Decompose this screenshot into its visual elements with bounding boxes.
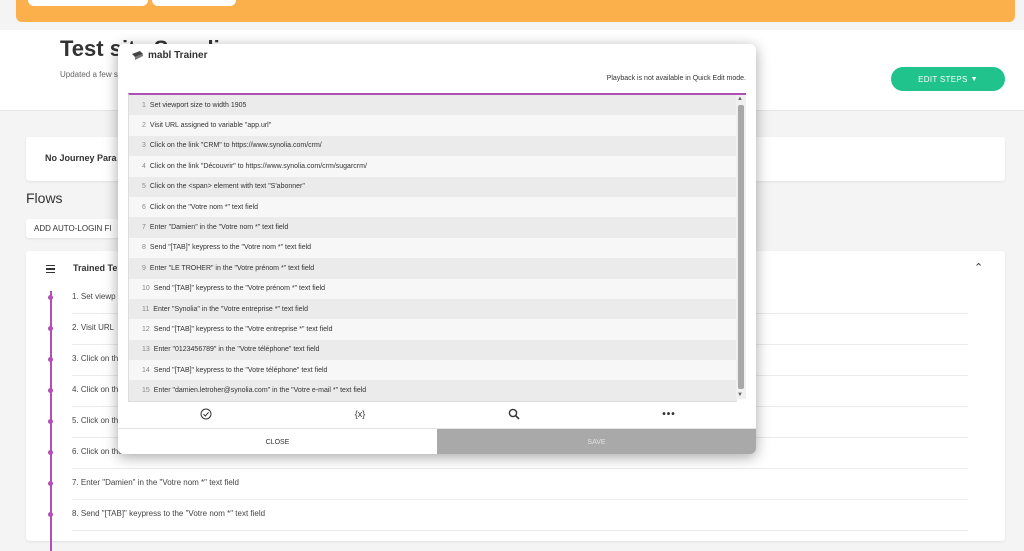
step-text: Click on the <span> element with text "S… (149, 183, 305, 191)
flow-step[interactable]: 8. Send "[TAB]" keypress to the "Votre n… (48, 499, 968, 531)
step-number: 14 (142, 366, 150, 374)
step-row[interactable]: 7 Enter "Damien" in the "Votre nom *" tex… (129, 217, 737, 238)
steps-list: 1 Set viewport size to width 1905 2 Visit … (128, 93, 737, 402)
step-number: 7 (142, 224, 146, 232)
step-text: Send "[TAB]" keypress to the "Votre télé… (153, 366, 328, 374)
trainer-toolbar: {x} ••• (118, 402, 756, 428)
flow-step-text: 7. Enter "Damien" in the "Votre nom *" t… (72, 478, 239, 487)
step-number: 13 (142, 346, 150, 354)
steps-scrollbar[interactable]: ▲ ▼ (736, 93, 746, 399)
mabl-trainer-modal: mabl Trainer Playback is not available i… (118, 44, 756, 454)
step-text: Send "[TAB]" keypress to the "Votre prén… (153, 285, 326, 293)
step-row[interactable]: 14 Send "[TAB]" keypress to the "Votre té… (129, 360, 737, 381)
step-number: 15 (142, 387, 150, 395)
caret-down-icon: ▼ (970, 75, 978, 83)
banner-tab[interactable] (152, 0, 236, 6)
scroll-thumb[interactable] (738, 105, 744, 389)
page-subtitle: Updated a few s (60, 70, 118, 79)
step-text: Enter "damien.letroher@synolia.com" in t… (153, 387, 367, 395)
step-number: 4 (142, 162, 146, 170)
step-number: 1 (142, 101, 146, 109)
step-row[interactable]: 9 Enter "LE TROHER" in the "Votre prénom … (129, 258, 737, 279)
step-row[interactable]: 4 Click on the link "Découvrir" to https:… (129, 156, 737, 177)
step-dot (48, 295, 53, 300)
step-dot (48, 388, 53, 393)
flow-step-text: 4. Click on th (72, 385, 119, 394)
step-text: Click on the link "Découvrir" to https:/… (149, 162, 367, 170)
step-dot (48, 512, 53, 517)
flow-step-text: 3. Click on th (72, 354, 119, 363)
flow-step-text: 1. Set viewp (72, 292, 116, 301)
scroll-up-icon[interactable]: ▲ (737, 96, 743, 102)
step-text: Enter "Damien" in the "Votre nom *" text… (149, 224, 289, 232)
step-row[interactable]: 6 Click on the "Votre nom *" text field (129, 196, 737, 218)
flow-step-text: 8. Send "[TAB]" keypress to the "Votre n… (72, 509, 266, 518)
menu-icon[interactable] (46, 265, 55, 275)
step-number: 9 (142, 264, 146, 272)
step-row[interactable]: 13 Enter "0123456789" in the "Votre télép… (129, 339, 737, 361)
journey-label: No Journey Para (45, 153, 117, 163)
step-number: 8 (142, 244, 146, 252)
step-number: 3 (142, 142, 146, 150)
step-text: Click on the "Votre nom *" text field (149, 203, 258, 211)
step-row[interactable]: 8 Send "[TAB]" keypress to the "Votre nom… (129, 237, 737, 259)
step-dot (48, 419, 53, 424)
chevron-up-icon[interactable]: ⌃ (974, 261, 983, 274)
scroll-down-icon[interactable]: ▼ (737, 392, 743, 398)
edit-steps-button[interactable]: EDIT STEPS ▼ (891, 67, 1005, 91)
step-text: Set viewport size to width 1905 (149, 101, 247, 109)
step-text: Click on the link "CRM" to https://www.s… (149, 142, 322, 150)
step-text: Enter "LE TROHER" in the "Votre prénom *… (149, 264, 315, 272)
step-number: 11 (142, 305, 150, 313)
step-number: 2 (142, 122, 146, 130)
banner-tab[interactable] (28, 0, 148, 6)
step-text: Enter "Synolia" in the "Votre entreprise… (153, 305, 308, 313)
step-row[interactable]: 15 Enter "damien.letroher@synolia.com" in… (129, 380, 737, 401)
step-row[interactable]: 11 Enter "Synolia" in the "Votre entrepri… (129, 298, 737, 320)
search-icon[interactable] (504, 406, 524, 422)
step-row[interactable]: 5 Click on the <span> element with text "… (129, 176, 737, 197)
step-number: 12 (142, 325, 150, 333)
step-dot (48, 326, 53, 331)
step-dot (48, 357, 53, 362)
step-number: 6 (142, 203, 146, 211)
step-dot (48, 481, 53, 486)
playback-note: Playback is not available in Quick Edit … (606, 75, 746, 82)
flow-step[interactable]: 7. Enter "Damien" in the "Votre nom *" t… (48, 468, 968, 500)
step-row[interactable]: 12 Send "[TAB]" keypress to the "Votre en… (129, 319, 737, 340)
step-dot (48, 450, 53, 455)
step-number: 5 (142, 183, 146, 191)
step-number: 10 (142, 285, 150, 293)
flows-title: Flows (26, 190, 63, 206)
step-text: Visit URL assigned to variable "app.url" (149, 122, 272, 130)
step-text: Send "[TAB]" keypress to the "Votre entr… (153, 325, 333, 333)
flow-step-text: 2. Visit URL (72, 323, 115, 332)
save-button[interactable]: SAVE (437, 429, 756, 454)
top-banner (16, 0, 1015, 22)
step-row[interactable]: 1 Set viewport size to width 1905 (129, 95, 737, 116)
modal-footer: CLOSE SAVE (118, 428, 756, 454)
close-button[interactable]: CLOSE (118, 429, 437, 454)
step-text: Enter "0123456789" in the "Votre télépho… (153, 346, 320, 354)
modal-title: mabl Trainer (148, 50, 208, 61)
step-text: Send "[TAB]" keypress to the "Votre nom … (149, 244, 312, 252)
step-row[interactable]: 2 Visit URL assigned to variable "app.url… (129, 115, 737, 136)
more-icon[interactable]: ••• (659, 406, 679, 422)
step-row[interactable]: 3 Click on the link "CRM" to https://www.… (129, 135, 737, 157)
step-row[interactable]: 10 Send "[TAB]" keypress to the "Votre pr… (129, 278, 737, 299)
check-circle-icon[interactable] (196, 406, 216, 422)
flow-step-text: 5. Click on th (72, 416, 119, 425)
variables-icon[interactable]: {x} (350, 406, 370, 422)
flow-title: Trained Te (73, 263, 118, 273)
mabl-logo-icon (132, 51, 143, 60)
edit-steps-label: EDIT STEPS (918, 74, 968, 84)
